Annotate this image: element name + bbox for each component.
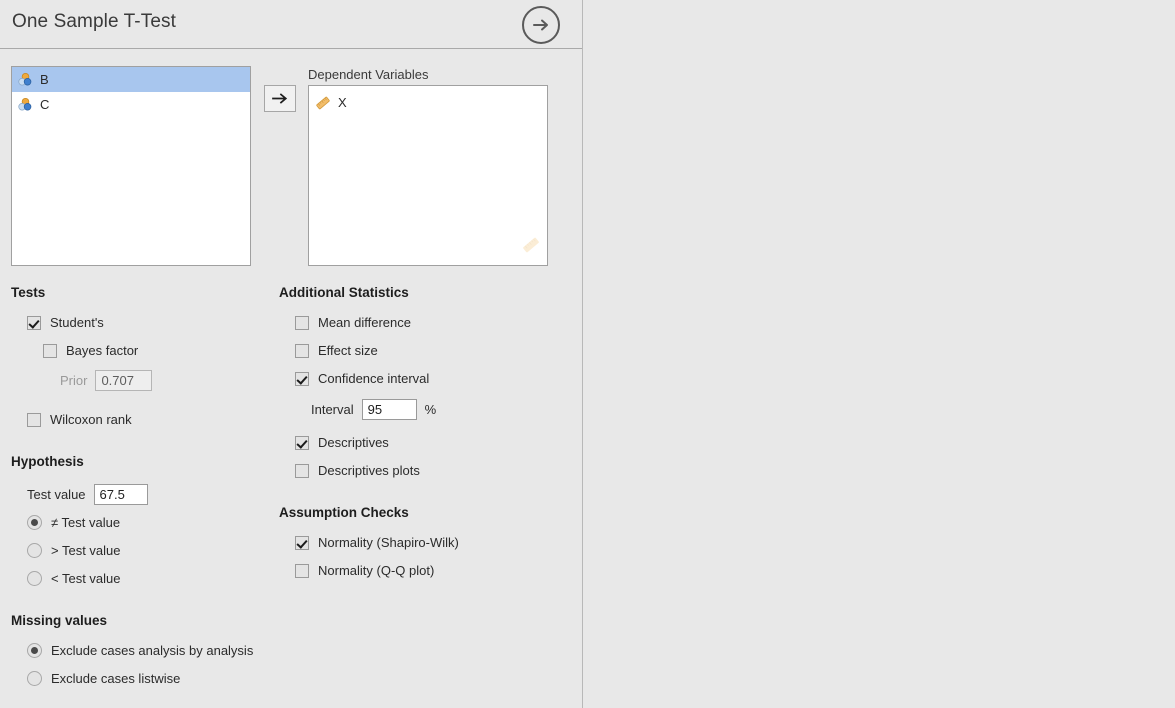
radio-indicator: [27, 671, 42, 686]
checkbox-indicator: [295, 563, 309, 578]
checkbox-students[interactable]: Student's: [27, 315, 104, 330]
checkbox-descriptives[interactable]: Descriptives: [295, 435, 389, 450]
dependent-variables-label: Dependent Variables: [308, 67, 429, 82]
missing-values-section-title: Missing values: [11, 613, 108, 628]
interval-field-row: Interval 95 %: [311, 399, 436, 420]
checkbox-normality-qq-plot[interactable]: Normality (Q-Q plot): [295, 563, 434, 578]
checkbox-effect-size[interactable]: Effect size: [295, 343, 378, 358]
checkbox-indicator: [295, 371, 309, 386]
checkbox-mean-difference[interactable]: Mean difference: [295, 315, 411, 330]
checkbox-indicator: [295, 535, 309, 550]
radio-label: ≠ Test value: [51, 515, 121, 530]
checkbox-confidence-interval[interactable]: Confidence interval: [295, 371, 429, 386]
radio-indicator: [27, 515, 42, 530]
test-value-field-row: Test value 67.5: [27, 484, 148, 505]
prior-field-row: Prior 0.707: [60, 370, 153, 391]
checkbox-indicator: [295, 343, 309, 358]
checkbox-label: Wilcoxon rank: [50, 412, 132, 427]
radio-label: Exclude cases listwise: [51, 671, 181, 686]
nominal-variable-icon: [18, 72, 32, 86]
jasp-window: One Sample T-Test B C Dependent Variable…: [0, 0, 1175, 708]
prior-label: Prior: [60, 373, 88, 388]
analysis-options-panel: One Sample T-Test B C Dependent Variable…: [0, 0, 583, 708]
checkbox-label: Descriptives: [318, 435, 389, 450]
test-value-input[interactable]: 67.5: [93, 484, 148, 505]
panel-header: One Sample T-Test: [0, 0, 582, 49]
dependent-variables-dropzone[interactable]: X: [308, 85, 548, 266]
list-item[interactable]: C: [12, 92, 250, 117]
arrow-right-icon: [271, 93, 287, 104]
variable-name: C: [40, 97, 50, 112]
list-item[interactable]: B: [12, 67, 250, 92]
scale-variable-icon: [521, 235, 541, 260]
radio-label: > Test value: [51, 543, 121, 558]
variable-name: X: [338, 95, 347, 110]
hypothesis-section-title: Hypothesis: [11, 454, 84, 469]
checkbox-label: Bayes factor: [66, 343, 139, 358]
prior-input[interactable]: 0.707: [95, 370, 153, 391]
checkbox-bayes-factor[interactable]: Bayes factor: [43, 343, 138, 358]
arrow-right-circle-icon[interactable]: [522, 6, 560, 44]
radio-indicator: [27, 643, 42, 658]
scale-variable-icon: [316, 96, 330, 109]
interval-input[interactable]: 95: [361, 399, 417, 420]
checkbox-indicator: [295, 315, 309, 330]
interval-unit: %: [424, 402, 437, 417]
tests-section-title: Tests: [11, 285, 46, 300]
checkbox-label: Effect size: [318, 343, 378, 358]
assumption-checks-section-title: Assumption Checks: [279, 505, 409, 520]
variable-name: B: [40, 72, 49, 87]
checkbox-label: Confidence interval: [318, 371, 430, 386]
available-variables-list[interactable]: B C: [11, 66, 251, 266]
radio-label: < Test value: [51, 571, 121, 586]
radio-greater-than-test-value[interactable]: > Test value: [27, 543, 121, 558]
checkbox-indicator: [295, 435, 309, 450]
test-value-label: Test value: [27, 487, 86, 502]
checkbox-normality-shapiro-wilk[interactable]: Normality (Shapiro-Wilk): [295, 535, 459, 550]
radio-indicator: [27, 571, 42, 586]
checkbox-label: Mean difference: [318, 315, 411, 330]
assign-variable-button[interactable]: [264, 85, 296, 112]
list-item[interactable]: X: [309, 90, 547, 115]
radio-exclude-analysis-by-analysis[interactable]: Exclude cases analysis by analysis: [27, 643, 253, 658]
radio-label: Exclude cases analysis by analysis: [51, 643, 254, 658]
checkbox-indicator: [27, 315, 41, 330]
checkbox-descriptives-plots[interactable]: Descriptives plots: [295, 463, 420, 478]
checkbox-indicator: [295, 463, 309, 478]
radio-exclude-listwise[interactable]: Exclude cases listwise: [27, 671, 180, 686]
checkbox-label: Normality (Shapiro-Wilk): [318, 535, 459, 550]
interval-label: Interval: [311, 402, 354, 417]
checkbox-label: Normality (Q-Q plot): [318, 563, 435, 578]
radio-less-than-test-value[interactable]: < Test value: [27, 571, 121, 586]
nominal-variable-icon: [18, 97, 32, 111]
checkbox-indicator: [43, 343, 57, 358]
arrow-right-icon-glyph: [533, 19, 548, 31]
radio-indicator: [27, 543, 42, 558]
checkbox-indicator: [27, 412, 41, 427]
checkbox-label: Student's: [50, 315, 104, 330]
additional-statistics-section-title: Additional Statistics: [279, 285, 409, 300]
checkbox-label: Descriptives plots: [318, 463, 420, 478]
radio-not-equal-test-value[interactable]: ≠ Test value: [27, 515, 120, 530]
checkbox-wilcoxon-rank[interactable]: Wilcoxon rank: [27, 412, 132, 427]
page-title: One Sample T-Test: [12, 11, 176, 32]
results-area: Missing 0 Mean 72.3 Median 75.0 Minimum …: [584, 0, 1175, 708]
